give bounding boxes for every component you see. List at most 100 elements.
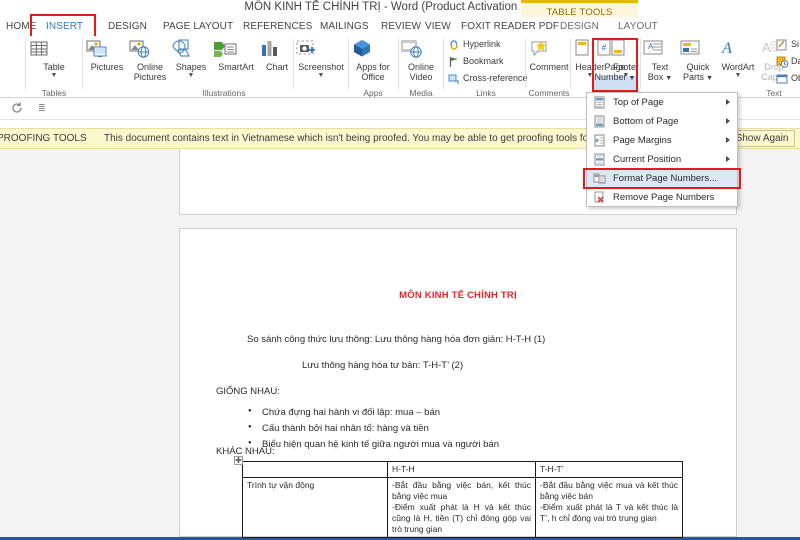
- quick-parts-group: Quick Parts ▼: [679, 36, 717, 98]
- group-separator: [570, 39, 571, 89]
- document-table[interactable]: H-T-H T-H-T’ Trình tự vận động -Bắt đầu …: [242, 461, 683, 538]
- group-label-links: Links: [476, 88, 496, 98]
- smartart-button[interactable]: SmartArt: [212, 38, 260, 72]
- menu-item-page-margins[interactable]: Page Margins: [587, 131, 737, 150]
- tab-mailings[interactable]: MAILINGS: [320, 17, 369, 36]
- table-cell-htH[interactable]: -Bắt đầu bằng việc bán, kết thúc bằng vi…: [387, 477, 536, 538]
- apps-for-office-label-line2: Office: [361, 72, 385, 82]
- hyperlink-icon: [448, 39, 460, 51]
- quick-parts-dropdown-caret[interactable]: ▼: [704, 75, 713, 82]
- table-dropdown-caret[interactable]: ▼: [28, 72, 80, 79]
- online-video-button[interactable]: Online Video: [400, 38, 442, 82]
- quick-parts-label-text: Parts: [683, 72, 705, 82]
- table-cell-thT-line2: -Điểm xuất phát là T và kết thúc là T’, …: [540, 502, 678, 523]
- menu-item-page-margins-label: Page Margins: [613, 135, 672, 146]
- customize-toolbar-caret[interactable]: ≣: [38, 103, 46, 114]
- shapes-label: Shapes: [175, 62, 207, 72]
- show-again-button[interactable]: Show Again: [729, 130, 795, 147]
- online-video-icon: [400, 38, 442, 60]
- online-video-label-line2: Video: [409, 72, 433, 82]
- text-box-dropdown-caret[interactable]: ▼: [663, 75, 672, 82]
- document-title: MÔN KINH TẾ CHÍNH TRỊ - Word (Product Ac…: [244, 1, 556, 13]
- table-cell-thT[interactable]: -Bắt đầu bằng việc mua và kết thúc bằng …: [535, 477, 683, 538]
- pictures-label: Pictures: [90, 62, 124, 72]
- wordart-button[interactable]: A WordArt ▼: [716, 38, 760, 79]
- cross-reference-label: Cross-reference: [463, 73, 528, 83]
- tab-foxit-reader-pdf[interactable]: FOXIT READER PDF: [461, 17, 559, 36]
- format-page-numbers-highlight-box: [583, 168, 741, 189]
- apps-for-office-label-line1: Apps for: [356, 62, 390, 72]
- menu-item-top-of-page[interactable]: Top of Page: [587, 93, 737, 112]
- tab-view[interactable]: VIEW: [425, 17, 451, 36]
- submenu-arrow-icon: [726, 137, 730, 143]
- top-of-page-icon: [593, 96, 606, 109]
- doc-bullet-2: Cấu thành bởi hai nhân tố: hàng và tiền: [248, 423, 429, 434]
- table-cell-header-0[interactable]: [242, 461, 388, 478]
- tab-page-layout[interactable]: PAGE LAYOUT: [163, 17, 233, 36]
- group-separator: [398, 39, 399, 89]
- pictures-button[interactable]: Pictures: [85, 38, 129, 72]
- table-row-header[interactable]: H-T-H T-H-T’: [242, 461, 683, 478]
- remove-page-numbers-icon: [593, 191, 606, 204]
- tab-review[interactable]: REVIEW: [381, 17, 421, 36]
- proofing-bar-title: MISSING PROOFING TOOLS: [0, 133, 87, 144]
- table-cell-row-label[interactable]: Trình tự vận động: [242, 477, 388, 538]
- table-move-handle[interactable]: ✚: [234, 456, 243, 465]
- title-bar: MÔN KINH TẾ CHÍNH TRỊ - Word (Product Ac…: [0, 0, 800, 16]
- menu-item-bottom-of-page-label: Bottom of Page: [613, 116, 679, 127]
- menu-item-current-position[interactable]: Current Position: [587, 150, 737, 169]
- table-cell-htH-line2: -Điểm xuất phát là H và kết thúc cũng là…: [392, 502, 531, 534]
- submenu-arrow-icon: [726, 99, 730, 105]
- online-pictures-label-line2: Pictures: [133, 72, 167, 82]
- table-cell-htH-line1: -Bắt đầu bằng việc bán, kết thúc bằng vi…: [392, 480, 531, 501]
- menu-item-bottom-of-page[interactable]: Bottom of Page: [587, 112, 737, 131]
- menu-item-remove-page-numbers[interactable]: Remove Page Numbers: [587, 188, 737, 207]
- group-label-apps: Apps: [363, 88, 383, 98]
- ribbon-tab-row: HOME INSERT DESIGN PAGE LAYOUT REFERENCE…: [0, 17, 800, 36]
- shapes-icon: [170, 38, 212, 60]
- ribbon-group-links: Hyperlink Bookmark Cross-reference Links: [446, 36, 528, 98]
- table-cell-thT-line1: -Bắt đầu bằng việc mua và kết thúc bằng …: [540, 480, 678, 501]
- tab-table-layout[interactable]: LAYOUT: [618, 17, 658, 36]
- svg-text:A: A: [721, 40, 732, 57]
- refresh-icon[interactable]: [10, 101, 24, 115]
- shapes-button[interactable]: Shapes ▼: [170, 38, 212, 79]
- wordart-label: WordArt: [721, 62, 755, 72]
- text-box-button[interactable]: A Text Box ▼: [642, 38, 678, 84]
- table-button[interactable]: Table ▼: [28, 38, 80, 79]
- chart-label: Chart: [265, 62, 288, 72]
- tab-design[interactable]: DESIGN: [108, 17, 147, 36]
- table-cell-header-2[interactable]: T-H-T’: [535, 461, 683, 478]
- date-time-icon: [776, 56, 788, 68]
- quick-parts-icon: [679, 38, 717, 60]
- hyperlink-label: Hyperlink: [463, 39, 501, 49]
- menu-item-top-of-page-label: Top of Page: [613, 97, 664, 108]
- pages-group-partial: ge ge ak: [0, 36, 26, 92]
- text-box-label-text: Box: [647, 72, 664, 82]
- apps-for-office-button[interactable]: Apps for Office: [350, 38, 396, 82]
- smartart-label: SmartArt: [218, 62, 254, 72]
- header-group-spacer: [526, 36, 566, 98]
- table-label: Table: [43, 62, 65, 72]
- doc-paragraph-1: So sánh công thức lưu thông: Lưu thông h…: [247, 334, 546, 345]
- ribbon-group-media: Online Video Media: [400, 36, 442, 98]
- tab-references[interactable]: REFERENCES: [243, 17, 312, 36]
- quick-parts-button[interactable]: Quick Parts ▼: [679, 38, 717, 84]
- page-number-dropdown-menu[interactable]: Top of Page Bottom of Page Page Margins …: [586, 92, 738, 207]
- group-separator: [25, 39, 26, 89]
- svg-text:A: A: [762, 40, 771, 55]
- online-pictures-button[interactable]: Online Pictures: [128, 38, 172, 82]
- bottom-of-page-icon: [593, 115, 606, 128]
- table-row[interactable]: Trình tự vận động -Bắt đầu bằng việc bán…: [242, 477, 683, 538]
- group-label-tables: Tables: [41, 88, 67, 98]
- wordart-dropdown-caret[interactable]: ▼: [716, 72, 760, 79]
- table-cell-header-1[interactable]: H-T-H: [387, 461, 536, 478]
- quick-parts-label-line1: Quick: [686, 62, 710, 72]
- table-icon: [28, 38, 80, 60]
- signature-line-label: Si: [791, 39, 800, 49]
- page-number-highlight-box: [592, 38, 638, 92]
- tab-table-design[interactable]: DESIGN: [560, 17, 599, 36]
- chart-button[interactable]: Chart: [259, 38, 295, 72]
- shapes-dropdown-caret[interactable]: ▼: [170, 72, 212, 79]
- doc-heading-giong-nhau: GIỐNG NHAU:: [216, 386, 280, 397]
